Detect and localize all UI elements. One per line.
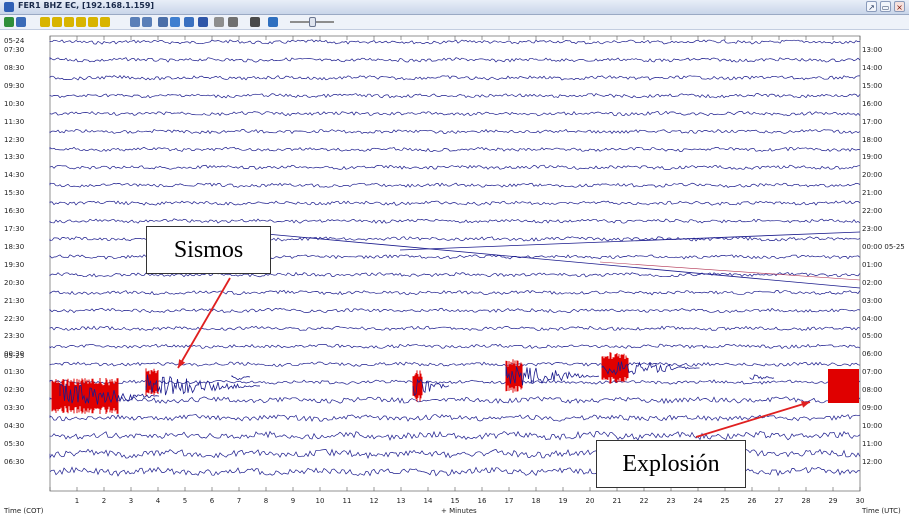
seismic-trace — [49, 200, 861, 206]
event-coda — [749, 374, 775, 380]
seismic-trace — [49, 39, 861, 45]
seismic-trace — [49, 396, 861, 405]
seismic-trace — [49, 110, 861, 117]
helicorder-plot[interactable] — [0, 0, 909, 527]
seismic-trace — [49, 414, 861, 422]
sismos-label: Sismos — [146, 226, 271, 274]
seismic-trace — [49, 361, 861, 367]
event-burst — [601, 352, 629, 384]
explosion-label: Explosión — [596, 440, 746, 488]
event-coda — [231, 375, 251, 381]
event-burst — [51, 378, 119, 414]
explosion-arrow-head — [801, 401, 810, 408]
seismic-trace — [49, 343, 861, 350]
seismic-trace — [49, 307, 861, 314]
seismic-trace — [49, 430, 861, 441]
drift-line — [599, 261, 861, 281]
seismic-trace — [49, 93, 861, 99]
seismic-trace — [49, 182, 861, 188]
seismic-trace — [49, 57, 861, 63]
drift-line — [399, 231, 861, 251]
seismic-trace — [49, 325, 861, 331]
event-burst — [412, 370, 423, 402]
seismic-trace — [49, 218, 861, 224]
sismos-arrow — [177, 277, 231, 369]
seismic-trace — [49, 75, 861, 81]
seismic-trace — [49, 129, 861, 135]
explosion-burst — [828, 369, 859, 403]
seismic-trace — [49, 146, 861, 152]
seismic-trace — [49, 164, 861, 170]
seismic-trace — [49, 289, 861, 296]
